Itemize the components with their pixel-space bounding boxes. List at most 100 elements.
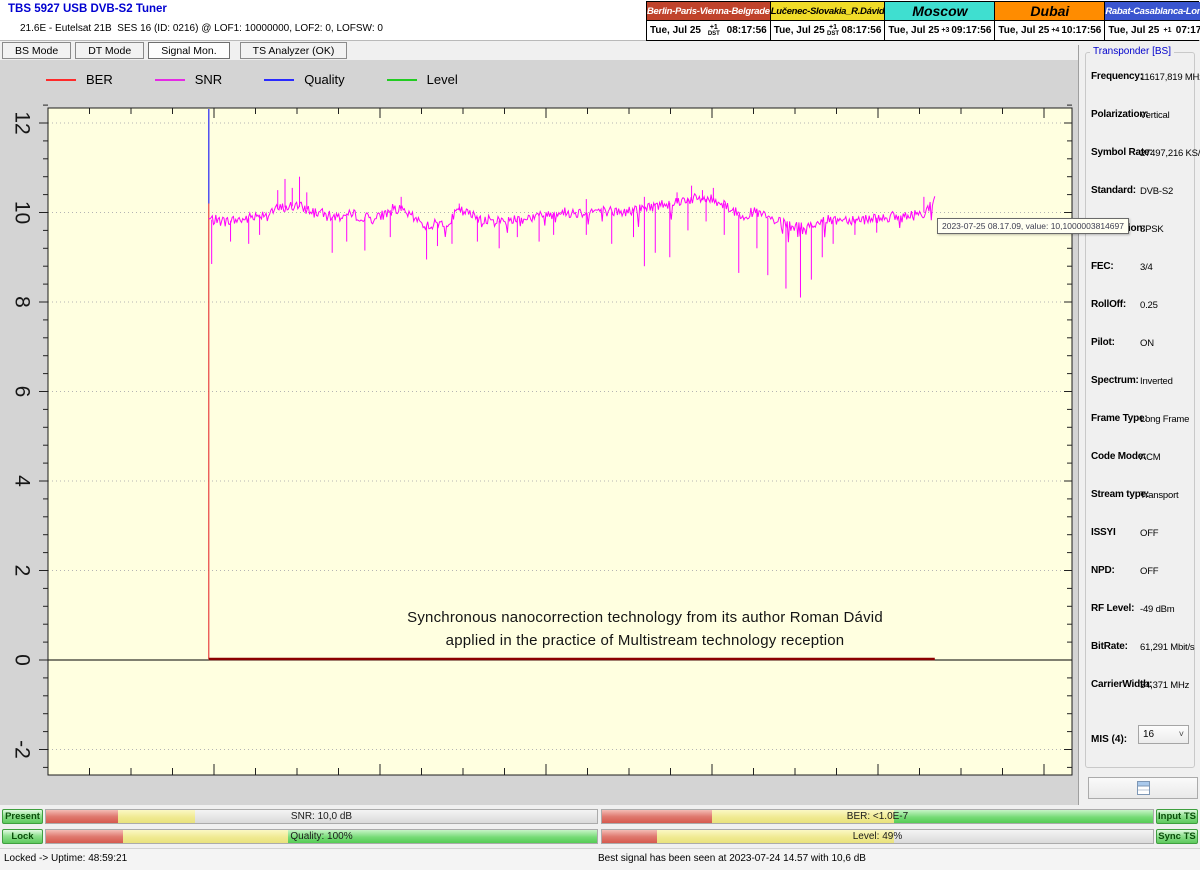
field-label: BitRate: [1091, 641, 1128, 652]
world-clocks: Berlin-Paris-Vienna-BelgradeTue, Jul 25+… [646, 1, 1199, 41]
field-frequency: Frequency:11617,819 MHz [1091, 71, 1193, 85]
clock-date: Tue, Jul 25 [774, 25, 825, 36]
clock-city-label: Moscow [885, 2, 994, 21]
field-label: ISSYI [1091, 527, 1116, 538]
field-stream-type: Stream type:Transport [1091, 489, 1193, 503]
y-tick-label: 12 [11, 111, 34, 134]
field-value: DVB-S2 [1140, 186, 1173, 197]
field-standard: Standard: DVB-S2 [1091, 185, 1193, 199]
y-tick-label: -2 [11, 740, 34, 759]
clock-time: 09:17:56 [951, 25, 991, 36]
field-value: 61,291 Mbit/s [1140, 642, 1194, 653]
ts-window-button[interactable] [1088, 777, 1198, 799]
present-indicator[interactable]: Present [2, 809, 43, 824]
tab-ts-analyzer-ok[interactable]: TS Analyzer (OK) [240, 42, 348, 59]
ber-bar: BER: <1.0E-7 [601, 809, 1154, 824]
clock-2: Lučenec-Slovakia_R.DávidTue, Jul 25+1DST… [771, 2, 886, 40]
field-label: RF Level: [1091, 603, 1134, 614]
signal-bars-strip: Present Lock SNR: 10,0 dB Quality: 100% … [0, 805, 1200, 848]
annotation-line-1: Synchronous nanocorrection technology fr… [320, 606, 970, 629]
ber-bar-label: BER: <1.0E-7 [602, 811, 1153, 822]
clock-city-label: Berlin-Paris-Vienna-Belgrade [647, 2, 770, 21]
snr-bar-label: SNR: 10,0 dB [46, 811, 597, 822]
clock-time-row: Tue, Jul 25+309:17:56 [885, 21, 994, 40]
lock-indicator[interactable]: Lock [2, 829, 43, 844]
field-value: OFF [1140, 528, 1158, 539]
clock-time: 07:17:56 [1176, 25, 1200, 36]
clock-time-row: Tue, Jul 25+107:17:56 [1105, 21, 1200, 40]
field-spectrum: Spectrum:Inverted [1091, 375, 1193, 389]
mis-value: 16 [1143, 729, 1179, 740]
clock-time-row: Tue, Jul 25 +1DST08:17:56 [771, 21, 885, 40]
app-title: TBS 5927 USB DVB-S2 Tuner [8, 3, 167, 15]
panel-divider [1078, 45, 1079, 805]
level-bar: Level: 49% [601, 829, 1154, 844]
signal-chart-region: BERSNRQualityLevel -2024681012 Synchrono… [0, 60, 1078, 805]
input-ts-indicator[interactable]: Input TS [1156, 809, 1198, 824]
app-window: TBS 5927 USB DVB-S2 Tuner 21.6E - Eutels… [0, 0, 1200, 870]
clock-time-row: Tue, Jul 25+410:17:56 [995, 21, 1104, 40]
field-value: Long Frame [1140, 414, 1189, 425]
transponder-panel: Transponder [BS] Frequency:11617,819 MHz… [1080, 45, 1200, 805]
status-bar: Locked -> Uptime: 48:59:21 Best signal h… [0, 848, 1200, 870]
signal-chart: -2024681012 [0, 60, 1078, 805]
clock-dst-flag: DST [827, 31, 839, 37]
field-symbol-rate: Symbol Rate:27497,216 KS/s [1091, 147, 1193, 161]
mis-dropdown[interactable]: 16 ˅ [1138, 725, 1189, 744]
clock-date: Tue, Jul 25 [888, 25, 939, 36]
field-issyi: ISSYI OFF [1091, 527, 1193, 541]
field-label: NPD: [1091, 565, 1115, 576]
y-tick-label: 4 [11, 475, 34, 487]
clock-date: Tue, Jul 25 [650, 25, 701, 36]
field-bitrate: BitRate: 61,291 Mbit/s [1091, 641, 1193, 655]
field-rf-level: RF Level: -49 dBm [1091, 603, 1193, 617]
field-label: Pilot: [1091, 337, 1115, 348]
tab-dt-mode[interactable]: DT Mode [75, 42, 144, 59]
field-value: Inverted [1140, 376, 1173, 387]
transponder-groupbox: Transponder [BS] Frequency:11617,819 MHz… [1085, 52, 1195, 768]
clock-utc-offset: +3 [941, 27, 949, 34]
field-label: Frequency: [1091, 71, 1143, 82]
field-value: Vertical [1140, 110, 1170, 121]
clock-4: DubaiTue, Jul 25+410:17:56 [995, 2, 1105, 40]
chart-annotation: Synchronous nanocorrection technology fr… [320, 606, 970, 652]
ts-window-icon [1136, 780, 1151, 796]
field-label: FEC: [1091, 261, 1114, 272]
clock-1: Berlin-Paris-Vienna-Belgrade Tue, Jul 25 +… [647, 2, 771, 40]
field-value: 0.25 [1140, 300, 1158, 311]
sync-ts-indicator[interactable]: Sync TS [1156, 829, 1198, 844]
field-value: -49 dBm [1140, 604, 1175, 615]
field-frame-type: Frame Type:Long Frame [1091, 413, 1193, 427]
y-tick-label: 8 [11, 296, 34, 308]
field-carrierwidth: CarrierWidth:34,371 MHz [1091, 679, 1193, 693]
field-label: Code Mode: [1091, 451, 1146, 462]
field-npd: NPD:OFF [1091, 565, 1193, 579]
clock-3: MoscowTue, Jul 25+309:17:56 [885, 2, 995, 40]
annotation-line-2: applied in the practice of Multistream t… [320, 629, 970, 652]
field-value: Transport [1140, 490, 1179, 501]
field-code-mode: Code Mode:ACM [1091, 451, 1193, 465]
quality-bar-label: Quality: 100% [46, 831, 597, 842]
header: TBS 5927 USB DVB-S2 Tuner 21.6E - Eutels… [0, 0, 1200, 41]
clock-city-label: Dubai [995, 2, 1104, 21]
tab-signal-mon[interactable]: Signal Mon. [148, 42, 229, 59]
clock-date: Tue, Jul 25 [998, 25, 1049, 36]
snr-bar: SNR: 10,0 dB [45, 809, 598, 824]
field-value: 3/4 [1140, 262, 1153, 273]
clock-dst-flag: DST [708, 31, 720, 37]
plot-background [48, 108, 1072, 775]
field-value: 8PSK [1140, 224, 1164, 235]
level-bar-label: Level: 49% [602, 831, 1153, 842]
status-lock-uptime: Locked -> Uptime: 48:59:21 [4, 853, 127, 864]
status-best-signal: Best signal has been seen at 2023-07-24 … [598, 853, 866, 864]
clock-utc-offset: +1 [829, 24, 837, 31]
clock-city-label: Rabat-Casablanca-London [1105, 2, 1200, 21]
field-rolloff: RollOff:0.25 [1091, 299, 1193, 313]
clock-time: 08:17:56 [841, 25, 881, 36]
tab-bs-mode[interactable]: BS Mode [2, 42, 71, 59]
y-tick-label: 0 [11, 654, 34, 666]
clock-utc-offset: +1 [710, 24, 718, 31]
y-tick-label: 2 [11, 565, 34, 577]
field-label: Standard: [1091, 185, 1136, 196]
clock-utc-offset: +1 [1164, 27, 1172, 34]
